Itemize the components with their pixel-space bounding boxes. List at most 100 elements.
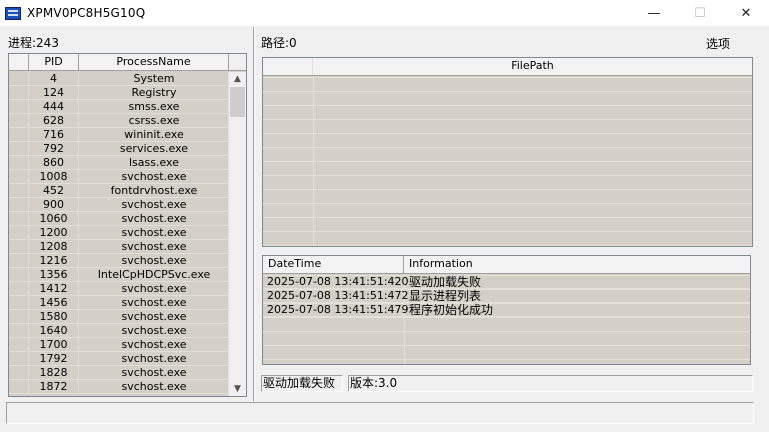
process-pid: 1008 [29, 170, 79, 183]
process-row[interactable]: 1060 svchost.exe [9, 212, 229, 226]
process-pid: 1060 [29, 212, 79, 225]
status-bar [6, 402, 754, 424]
process-name: svchost.exe [121, 338, 187, 351]
process-list-scrollbar[interactable]: ▲ ▼ [228, 72, 246, 396]
process-row[interactable]: 628 csrss.exe [9, 114, 229, 128]
row-selector[interactable] [9, 254, 29, 267]
process-pid: 1200 [29, 226, 79, 239]
process-row[interactable]: 1200 svchost.exe [9, 226, 229, 240]
process-name: svchost.exe [121, 212, 187, 225]
process-row[interactable]: 1412 svchost.exe [9, 282, 229, 296]
scroll-down-icon[interactable]: ▼ [229, 382, 246, 396]
process-row[interactable]: 1640 svchost.exe [9, 324, 229, 338]
row-selector[interactable] [9, 86, 29, 99]
filepath-selector-header[interactable] [263, 58, 313, 75]
process-row[interactable]: 1700 svchost.exe [9, 338, 229, 352]
process-row[interactable]: 452 fontdrvhost.exe [9, 184, 229, 198]
process-name-column-header[interactable]: ProcessName [79, 54, 229, 70]
title-bar[interactable]: XPMV0PC8H5G10Q — ☐ ✕ [0, 0, 769, 26]
process-row[interactable]: 1356 IntelCpHDCPSvc.exe [9, 268, 229, 282]
process-name: svchost.exe [121, 352, 187, 365]
process-row[interactable]: 1008 svchost.exe [9, 170, 229, 184]
log-datetime: 2025-07-08 13:41:51:479 [263, 303, 409, 316]
scroll-up-icon[interactable]: ▲ [229, 72, 246, 86]
row-selector[interactable] [9, 170, 29, 183]
filepath-grid[interactable]: FilePath [262, 57, 753, 247]
row-selector[interactable] [9, 212, 29, 225]
process-name: csrss.exe [128, 114, 180, 127]
row-selector[interactable] [9, 282, 29, 295]
log-datetime: 2025-07-08 13:41:51:472 [263, 289, 409, 302]
row-selector[interactable] [9, 366, 29, 379]
row-selector[interactable] [9, 240, 29, 253]
process-name: svchost.exe [121, 380, 187, 393]
row-selector[interactable] [9, 156, 29, 169]
process-row[interactable]: 4 System [9, 72, 229, 86]
process-name: svchost.exe [121, 170, 187, 183]
process-row[interactable]: 1580 svchost.exe [9, 310, 229, 324]
log-row[interactable]: 2025-07-08 13:41:51:472 显示进程列表 [263, 289, 750, 303]
row-selector[interactable] [9, 72, 29, 85]
row-selector[interactable] [9, 338, 29, 351]
log-row[interactable]: 2025-07-08 13:41:51:479 程序初始化成功 [263, 303, 750, 317]
process-name: svchost.exe [121, 296, 187, 309]
process-name: wininit.exe [124, 128, 184, 141]
close-button[interactable]: ✕ [723, 0, 769, 26]
process-row[interactable]: 716 wininit.exe [9, 128, 229, 142]
process-row[interactable]: 860 lsass.exe [9, 156, 229, 170]
row-selector[interactable] [9, 268, 29, 281]
minimize-button[interactable]: — [631, 0, 677, 26]
process-name: svchost.exe [121, 310, 187, 323]
row-selector[interactable] [9, 100, 29, 113]
process-row[interactable]: 1456 svchost.exe [9, 296, 229, 310]
row-selector[interactable] [9, 128, 29, 141]
information-column-header[interactable]: Information [404, 256, 750, 273]
process-pid: 1872 [29, 380, 79, 393]
maximize-button[interactable]: ☐ [677, 0, 723, 26]
log-datetime: 2025-07-08 13:41:51:420 [263, 275, 409, 288]
log-row[interactable]: 2025-07-08 13:41:51:420 驱动加载失败 [263, 275, 750, 289]
process-pid: 1412 [29, 282, 79, 295]
row-selector[interactable] [9, 310, 29, 323]
process-row[interactable]: 124 Registry [9, 86, 229, 100]
row-selector[interactable] [9, 296, 29, 309]
process-row[interactable]: 1872 svchost.exe [9, 380, 229, 394]
process-row[interactable]: 444 smss.exe [9, 100, 229, 114]
row-selector[interactable] [9, 142, 29, 155]
datetime-column-header[interactable]: DateTime [263, 256, 404, 273]
pid-column-header[interactable]: PID [29, 54, 79, 70]
selector-column-header[interactable] [9, 54, 29, 70]
process-pid: 1640 [29, 324, 79, 337]
row-selector[interactable] [9, 114, 29, 127]
process-row[interactable]: 1216 svchost.exe [9, 254, 229, 268]
process-name: smss.exe [128, 100, 180, 113]
process-pid: 4 [29, 72, 79, 85]
process-pid: 860 [29, 156, 79, 169]
process-list[interactable]: PID ProcessName 4 System 124 Registry 444 sms… [8, 53, 247, 397]
process-name: Registry [131, 86, 177, 99]
row-selector[interactable] [9, 184, 29, 197]
row-selector[interactable] [9, 198, 29, 211]
process-row[interactable]: 1208 svchost.exe [9, 240, 229, 254]
row-selector[interactable] [9, 226, 29, 239]
process-row[interactable]: 1792 svchost.exe [9, 352, 229, 366]
process-rows: 4 System 124 Registry 444 smss.exe 628 csrss.ex… [9, 72, 229, 394]
process-pid: 1580 [29, 310, 79, 323]
options-menu[interactable]: 选项 [706, 35, 730, 52]
process-name: svchost.exe [121, 226, 187, 239]
filepath-column-header[interactable]: FilePath [313, 58, 752, 75]
row-selector[interactable] [9, 352, 29, 365]
process-name: System [133, 72, 175, 85]
process-pid: 900 [29, 198, 79, 211]
process-count-label: 进程:243 [8, 36, 59, 50]
process-pid: 1456 [29, 296, 79, 309]
process-row[interactable]: 900 svchost.exe [9, 198, 229, 212]
log-grid[interactable]: DateTime Information 2025-07-08 13:41:51… [262, 255, 751, 365]
row-selector[interactable] [9, 324, 29, 337]
process-row[interactable]: 1828 svchost.exe [9, 366, 229, 380]
row-selector[interactable] [9, 380, 29, 393]
process-pid: 452 [29, 184, 79, 197]
process-name: svchost.exe [121, 324, 187, 337]
process-row[interactable]: 792 services.exe [9, 142, 229, 156]
scroll-thumb[interactable] [230, 87, 245, 117]
